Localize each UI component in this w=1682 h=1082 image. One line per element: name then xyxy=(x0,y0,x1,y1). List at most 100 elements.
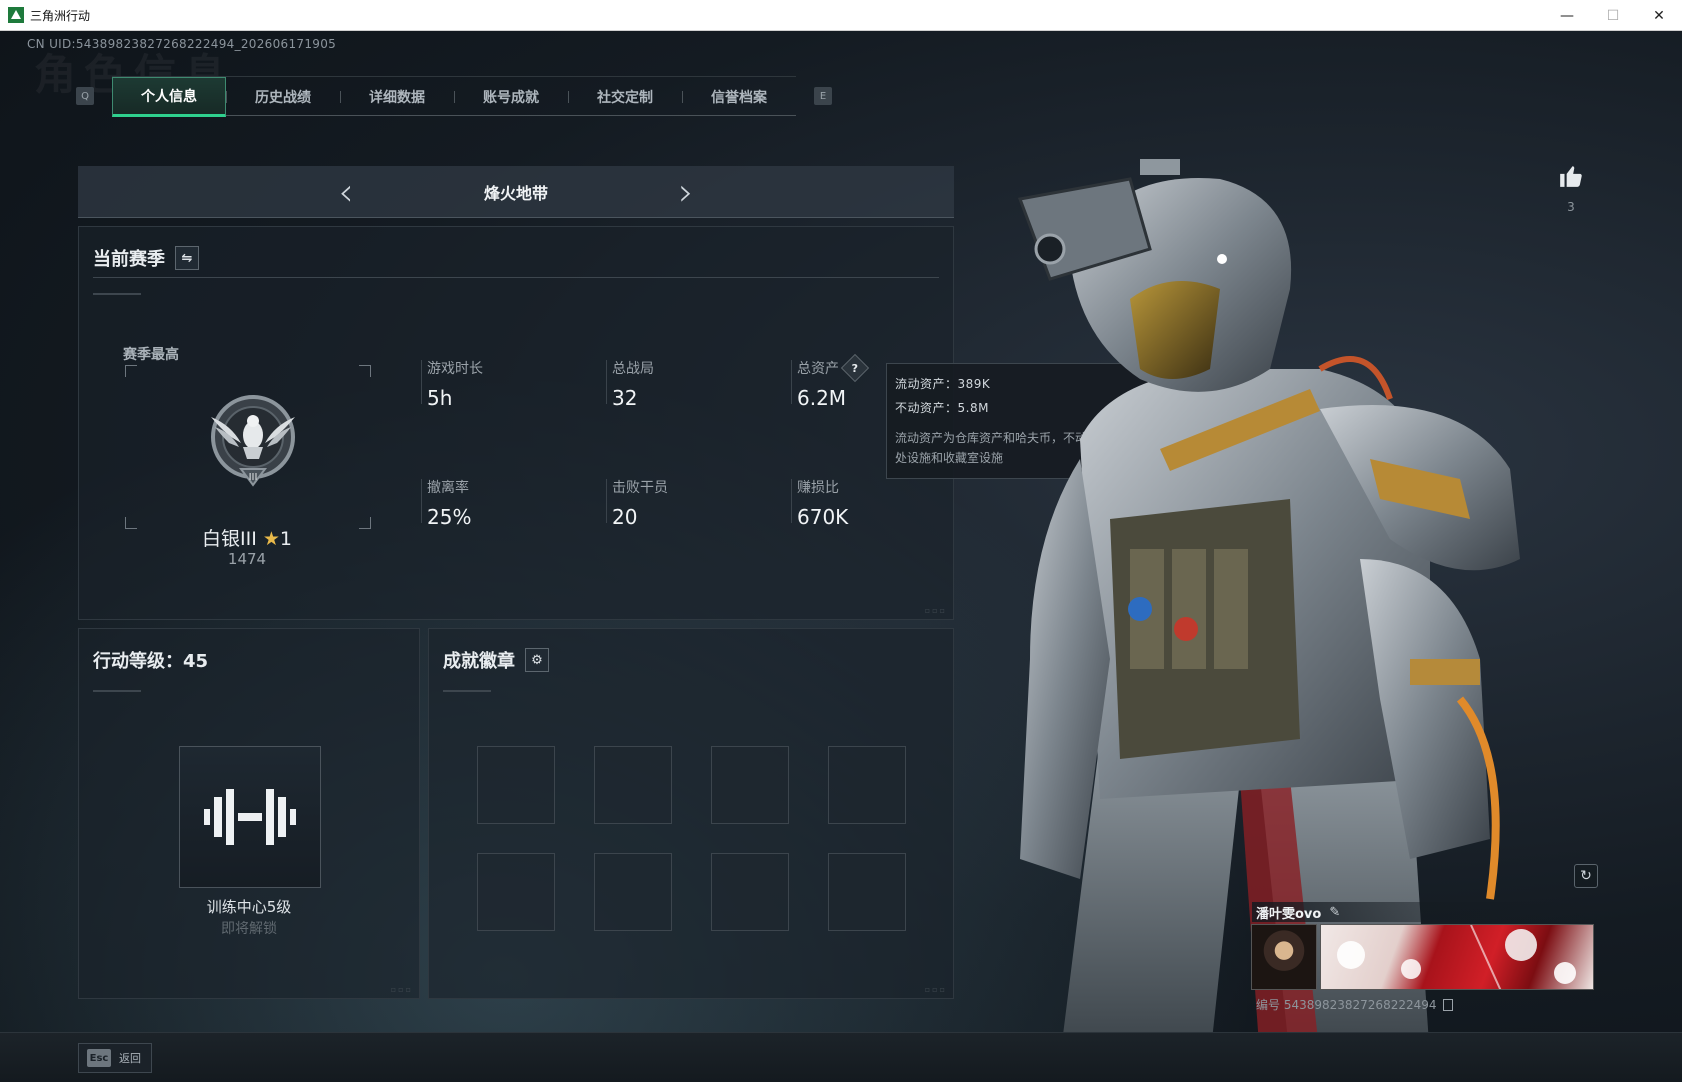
help-glyph: ? xyxy=(851,361,859,375)
avatar[interactable] xyxy=(1251,924,1317,990)
rank-badge-icon: III xyxy=(201,385,305,495)
edit-icon[interactable]: ✎ xyxy=(1329,905,1340,920)
rotate-view-icon[interactable]: ↻ xyxy=(1574,864,1598,888)
rank-label: 赛季最高 xyxy=(123,347,179,363)
thumbs-up-icon xyxy=(1560,166,1582,187)
divider xyxy=(443,690,491,692)
gear-icon[interactable]: ⚙ xyxy=(525,648,549,672)
tab-credit[interactable]: 信誉档案 xyxy=(682,77,796,117)
dumbbell-icon xyxy=(204,789,296,845)
window-controls: — ☐ ✕ xyxy=(1544,0,1682,31)
copy-icon[interactable] xyxy=(1442,998,1453,1011)
like-button[interactable] xyxy=(1556,163,1586,193)
mode-selector: ‹ 烽火地带 › xyxy=(78,166,954,218)
profile-card[interactable]: 潘叶雯ovo ✎ 编号 5438982382726822249​4 xyxy=(1248,902,1600,1038)
tab-detailed-data[interactable]: 详细数据 xyxy=(340,77,454,117)
title-bar: 三角洲行动 — ☐ ✕ xyxy=(0,0,1682,31)
game-window: 三角洲行动 — ☐ ✕ 角色信息 CN UID:5438982382726822… xyxy=(0,0,1682,1082)
window-title: 三角洲行动 xyxy=(30,8,91,23)
help-icon[interactable]: ? xyxy=(840,353,870,383)
stat-label-text: 总资产 xyxy=(797,361,839,377)
swap-icon[interactable]: ⇋ xyxy=(175,246,199,270)
tab-history[interactable]: 历史战绩 xyxy=(226,77,340,117)
back-label: 返回 xyxy=(119,1052,141,1065)
stat-value: 20 xyxy=(612,505,638,529)
season-header: 当前赛季 ⇋ xyxy=(93,245,199,271)
tab-achievements[interactable]: 账号成就 xyxy=(454,77,568,117)
panel-decoration: ▫▫▫ xyxy=(924,985,947,994)
player-id: 编号 5438982382726822249​4 xyxy=(1256,996,1453,1013)
frame-corner xyxy=(359,517,371,529)
panel-decoration: ▫▫▫ xyxy=(924,606,947,615)
stat-extraction-rate: 撤离率 25% xyxy=(421,477,587,529)
player-name: 潘叶雯ovo xyxy=(1256,906,1322,922)
level-reward-caption: 训练中心5级 xyxy=(206,898,292,916)
stat-label: 击败干员 xyxy=(612,480,668,496)
rank-frame: III xyxy=(125,365,371,529)
level-title: 行动等级：45 xyxy=(93,651,209,672)
level-reward-card[interactable] xyxy=(179,746,321,888)
stat-label: 总战局 xyxy=(612,361,654,377)
close-button[interactable]: ✕ xyxy=(1636,0,1682,31)
mode-title: 烽火地带 xyxy=(483,183,548,203)
badge-slot[interactable] xyxy=(711,746,789,824)
divider xyxy=(93,690,141,692)
badge-slot[interactable] xyxy=(828,746,906,824)
prev-tab-key-hint[interactable]: Q xyxy=(76,87,94,105)
frame-corner xyxy=(125,365,137,377)
divider xyxy=(93,293,141,295)
divider xyxy=(93,277,939,278)
badges-header: 成就徽章 ⚙ xyxy=(443,647,549,673)
footer-bar: Esc 返回 xyxy=(0,1032,1682,1082)
tab-social[interactable]: 社交定制 xyxy=(568,77,682,117)
season-title: 当前赛季 xyxy=(93,249,165,270)
stat-play-time: 游戏时长 5h xyxy=(421,358,587,410)
next-tab-key-hint[interactable]: E xyxy=(814,87,832,105)
app-logo-icon xyxy=(8,7,24,23)
star-icon: ★ xyxy=(262,528,280,550)
frame-corner xyxy=(125,517,137,529)
chevron-left-icon[interactable]: ‹ xyxy=(326,173,366,211)
frame-corner xyxy=(359,365,371,377)
season-panel: 当前赛季 ⇋ 赛季最高 III 白银III ★1 1474 游戏时长 5h 总战… xyxy=(78,226,954,620)
badge-numeral: III xyxy=(249,472,258,483)
rank-tier: 白银III xyxy=(202,528,257,550)
tabs: 个人信息 历史战绩 详细数据 账号成就 社交定制 信誉档案 xyxy=(112,76,796,117)
like-count: 3 xyxy=(1567,200,1575,214)
stat-value: 5h xyxy=(427,386,453,410)
stat-value: 25% xyxy=(427,505,472,529)
back-button[interactable]: Esc 返回 xyxy=(78,1043,152,1073)
tab-personal-info[interactable]: 个人信息 xyxy=(112,77,226,117)
badge-slot[interactable] xyxy=(828,853,906,931)
level-reward-status: 即将解锁 xyxy=(221,921,277,937)
stat-value: 670K xyxy=(797,505,849,529)
action-level-panel: 行动等级：45 训练中心5级 即将解锁 ▫▫▫ xyxy=(78,628,420,999)
chevron-right-icon[interactable]: › xyxy=(666,173,706,211)
badge-slot[interactable] xyxy=(477,746,555,824)
level-header: 行动等级：45 xyxy=(93,647,208,673)
badge-slot[interactable] xyxy=(477,853,555,931)
stat-label: 撤离率 xyxy=(427,480,469,496)
maximize-button[interactable]: ☐ xyxy=(1590,0,1636,31)
stat-profit-ratio: 赚损比 670K xyxy=(791,477,957,529)
badge-slot[interactable] xyxy=(594,853,672,931)
rank-stars: 1 xyxy=(279,528,292,550)
badge-slot[interactable] xyxy=(594,746,672,824)
esc-key-hint: Esc xyxy=(87,1049,111,1067)
player-name-row: 潘叶雯ovo ✎ xyxy=(1252,902,1592,922)
achievement-badges-panel: 成就徽章 ⚙ ▫▫▫ xyxy=(428,628,954,999)
rank-name: 白银III ★1 xyxy=(157,524,337,551)
stat-label: 游戏时长 xyxy=(427,361,483,377)
stat-kills: 击败干员 20 xyxy=(606,477,772,529)
rank-score: 1474 xyxy=(227,550,267,568)
badge-slot[interactable] xyxy=(711,853,789,931)
profile-banner[interactable] xyxy=(1320,924,1594,990)
minimize-button[interactable]: — xyxy=(1544,0,1590,31)
badges-title: 成就徽章 xyxy=(443,651,515,672)
stat-total-matches: 总战局 32 xyxy=(606,358,772,410)
panel-decoration: ▫▫▫ xyxy=(390,985,413,994)
player-id-text: 编号 5438982382726822249​4 xyxy=(1256,998,1437,1012)
uid-label: CN UID:5438982382726822249​4_20260617190… xyxy=(27,37,337,51)
game-area: 角色信息 CN UID:5438982382726822249​4_202606… xyxy=(0,31,1682,1082)
stat-value: 32 xyxy=(612,386,638,410)
